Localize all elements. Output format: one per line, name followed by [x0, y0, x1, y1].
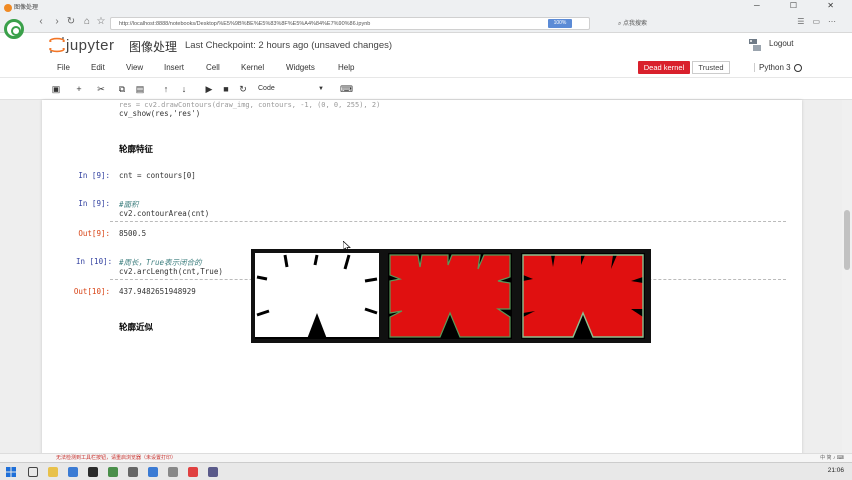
code-line[interactable]: cv_show(res,'res')	[119, 109, 200, 118]
tab-strip: 图像处理 ─ ☐ ✕	[0, 0, 852, 14]
copy-icon[interactable]: ⧉	[116, 83, 128, 95]
interrupt-icon[interactable]: ■	[220, 83, 232, 95]
paste-icon[interactable]: ▤	[134, 83, 146, 95]
toolbar: ▣ + ✂ ⧉ ▤ ↑ ↓ ▶ ■ ↻ Code ▼ ⌨	[0, 78, 852, 100]
app-icon[interactable]	[188, 467, 198, 477]
menu-cell[interactable]: Cell	[206, 63, 220, 72]
partial-code-line: res = cv2.drawContours(draw_img, contour…	[119, 101, 381, 109]
window-controls[interactable]: ─ ☐ ✕	[754, 1, 848, 10]
app-icon[interactable]	[148, 467, 158, 477]
app-icon[interactable]	[168, 467, 178, 477]
input-prompt: In [9]:	[78, 171, 110, 180]
output-value: 8500.5	[119, 229, 147, 238]
search-label: 点我搜索	[623, 21, 648, 27]
menu-widgets[interactable]: Widgets	[286, 63, 315, 72]
notebook-title[interactable]: 图像处理	[129, 38, 177, 55]
image-panel-approx	[521, 253, 645, 339]
command-palette-icon[interactable]: ⌨	[340, 83, 353, 95]
run-icon[interactable]: ▶	[203, 83, 215, 95]
trusted-badge[interactable]: Trusted	[692, 61, 730, 74]
terminal-icon[interactable]	[88, 467, 98, 477]
browser-status-bar: 无法检测到工具栏按钮，请重启浏览器（未设置打印） 中 简 ♪ ⌨	[0, 453, 852, 462]
windows-taskbar: 21:06	[0, 462, 852, 480]
scroll-thumb[interactable]	[844, 210, 850, 270]
back-icon[interactable]: ‹	[34, 16, 48, 27]
chevron-down-icon: ▼	[318, 86, 324, 92]
logout-button[interactable]: Logout	[769, 39, 793, 48]
page-scrollbar[interactable]	[842, 100, 852, 460]
kernel-name: Python 3	[754, 63, 791, 72]
app-icon[interactable]	[208, 467, 218, 477]
code-line[interactable]: cv2.arcLength(cnt,True)	[119, 267, 223, 276]
section-heading: 轮廓近似	[119, 322, 154, 332]
clock[interactable]: 21:06	[828, 467, 844, 474]
contour-shape-white	[255, 253, 379, 339]
menu-bar: File Edit View Insert Cell Kernel Widget…	[0, 58, 852, 78]
code-line[interactable]: cv2.contourArea(cnt)	[119, 209, 209, 218]
url-zoom-chip[interactable]: 100%	[548, 19, 572, 28]
edge-icon[interactable]	[68, 467, 78, 477]
image-panel-contour	[388, 253, 512, 339]
menu-insert[interactable]: Insert	[164, 63, 184, 72]
bookmark-icon[interactable]: ☆	[94, 16, 108, 27]
python-logo-icon	[749, 39, 761, 51]
output-value: 437.9482651948929	[119, 287, 196, 296]
checkpoint-status: Last Checkpoint: 2 hours ago (unsaved ch…	[185, 40, 393, 51]
cut-icon[interactable]: ✂	[95, 83, 107, 95]
app-icon[interactable]	[128, 467, 138, 477]
browser-chrome: 图像处理 ─ ☐ ✕ ‹ › ↻ ⌂ ☆ http://localhost:88…	[0, 0, 852, 33]
jupyter-logo-icon[interactable]	[48, 36, 66, 54]
jupyter-logo-text: jupyter	[66, 37, 115, 54]
windows-start-icon[interactable]	[6, 467, 16, 477]
menu-kernel[interactable]: Kernel	[241, 63, 264, 72]
section-heading: 轮廓特征	[119, 144, 154, 154]
browser-extension-icons[interactable]: ☰▭⋯	[797, 17, 844, 26]
reload-icon[interactable]: ↻	[64, 16, 78, 27]
save-icon[interactable]: ▣	[50, 83, 62, 95]
input-prompt: In [10]:	[76, 257, 113, 266]
search-box[interactable]: ⌕ 点我搜索	[618, 18, 647, 28]
menu-help[interactable]: Help	[338, 63, 354, 72]
image-panel-original	[255, 253, 379, 339]
restart-icon[interactable]: ↻	[237, 83, 249, 95]
contour-shape-red	[388, 253, 512, 339]
output-prompt: Out[10]:	[73, 287, 110, 296]
home-icon[interactable]: ⌂	[80, 16, 94, 27]
browser-extension-logo-icon[interactable]	[4, 19, 24, 39]
file-explorer-icon[interactable]	[48, 467, 58, 477]
status-message: 无法检测到工具栏按钮，请重启浏览器（未设置打印）	[56, 455, 177, 461]
move-up-icon[interactable]: ↑	[160, 83, 172, 95]
input-prompt: In [9]:	[78, 199, 110, 208]
status-icons: 中 简 ♪ ⌨	[820, 455, 844, 461]
menu-file[interactable]: File	[57, 63, 70, 72]
image-output	[251, 249, 651, 343]
output-prompt: Out[9]:	[78, 229, 110, 238]
tab-title: 图像处理	[14, 5, 39, 11]
kernel-indicator-icon	[794, 64, 802, 72]
browser-tab[interactable]: 图像处理	[2, 2, 72, 14]
url-bar[interactable]: http://localhost:8888/notebooks/Desktop/…	[110, 17, 590, 30]
search-icon[interactable]	[28, 467, 38, 477]
add-cell-icon[interactable]: +	[73, 83, 85, 95]
jupyter-header: jupyter 图像处理 Last Checkpoint: 2 hours ag…	[0, 33, 852, 58]
menu-view[interactable]: View	[126, 63, 143, 72]
cell-divider	[110, 221, 786, 222]
code-line[interactable]: cnt = contours[0]	[119, 171, 196, 180]
tab-favicon-icon	[4, 4, 12, 12]
cell-type-value: Code	[258, 85, 275, 92]
nav-row: ‹ › ↻ ⌂ ☆ http://localhost:8888/notebook…	[0, 14, 852, 32]
app-icon[interactable]	[108, 467, 118, 477]
forward-icon[interactable]: ›	[50, 16, 64, 27]
cell-type-select[interactable]: Code ▼	[254, 83, 326, 95]
contour-shape-approx	[521, 253, 645, 339]
move-down-icon[interactable]: ↓	[178, 83, 190, 95]
menu-edit[interactable]: Edit	[91, 63, 105, 72]
kernel-status-badge[interactable]: Dead kernel	[638, 61, 690, 74]
